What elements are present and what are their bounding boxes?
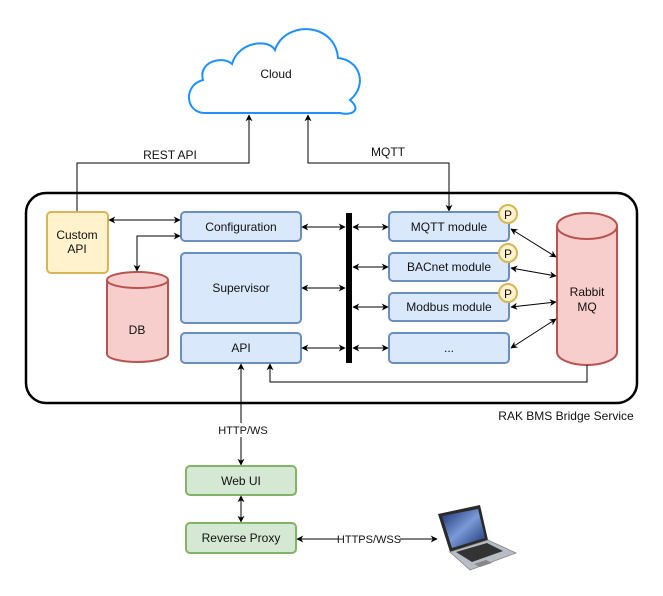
supervisor-node: Supervisor [180, 252, 302, 324]
cloud-node: Cloud [188, 28, 361, 115]
rest-api-label: REST API [143, 148, 197, 162]
cloud-label: Cloud [260, 67, 291, 81]
svg-text:...: ... [444, 341, 454, 355]
svg-text:Supervisor: Supervisor [212, 281, 269, 295]
rest-api-edge [76, 114, 253, 212]
reverse-proxy-node: Reverse Proxy [185, 522, 297, 554]
mqtt-label: MQTT [371, 145, 406, 159]
http-ws-label: HTTP/WS [218, 425, 268, 437]
svg-text:DB: DB [129, 323, 146, 337]
modbus-module-node: Modbus module [388, 292, 510, 322]
container-label: RAK BMS Bridge Service [498, 409, 634, 423]
svg-text:Rabbit: Rabbit [570, 285, 605, 299]
plugin-badge: P [498, 243, 518, 263]
configuration-node: Configuration [180, 211, 302, 242]
rabbitmq-node: Rabbit MQ [556, 212, 618, 366]
svg-text:BACnet module: BACnet module [407, 260, 491, 274]
more-modules-node: ... [388, 332, 510, 364]
architecture-diagram: Cloud REST API MQTT RAK BMS Bridge Servi… [24, 28, 639, 571]
laptop-icon [438, 505, 518, 571]
https-wss-label: HTTPS/WSS [337, 534, 401, 546]
svg-text:API: API [67, 242, 86, 256]
svg-text:Modbus module: Modbus module [406, 300, 492, 314]
svg-text:Custom: Custom [56, 228, 97, 242]
svg-text:API: API [231, 341, 250, 355]
mqtt-module-node: MQTT module [388, 211, 510, 242]
svg-text:P: P [504, 247, 512, 261]
svg-text:MQ: MQ [577, 300, 596, 314]
api-node: API [180, 332, 302, 364]
custom-api-node: Custom API [46, 211, 109, 274]
svg-text:Configuration: Configuration [205, 220, 276, 234]
db-node: DB [106, 271, 169, 363]
svg-text:Reverse Proxy: Reverse Proxy [202, 531, 281, 545]
plugin-badge: P [498, 283, 518, 303]
mqtt-edge [304, 114, 453, 212]
plugin-badge: P [498, 204, 518, 224]
message-bus [346, 213, 352, 363]
svg-text:P: P [504, 287, 512, 301]
svg-text:Web UI: Web UI [221, 474, 261, 488]
web-ui-node: Web UI [185, 465, 297, 496]
svg-text:MQTT module: MQTT module [411, 220, 488, 234]
svg-text:P: P [504, 208, 512, 222]
bacnet-module-node: BACnet module [388, 252, 510, 282]
